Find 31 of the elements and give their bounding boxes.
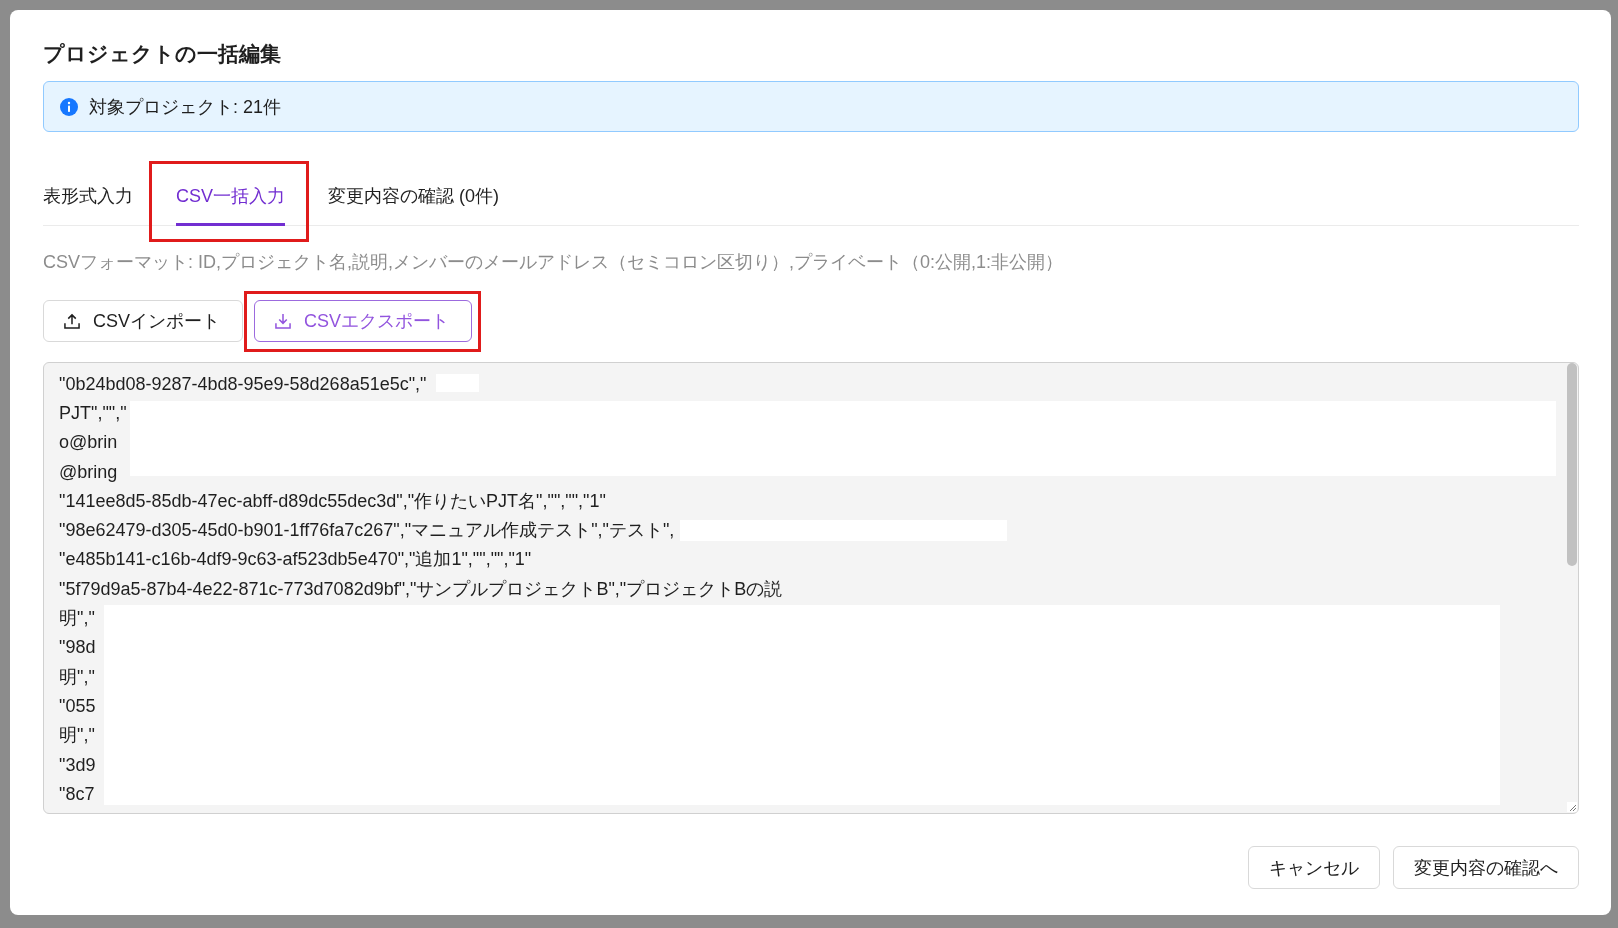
csv-text-line: "3d9 [59, 753, 96, 777]
tab[interactable]: 変更内容の確認 (0件) [328, 166, 499, 226]
csv-text-line: "98e62479-d305-45d0-b901-1ff76fa7c267","マニュアル作成テスト","テスト", [59, 519, 675, 543]
info-icon [60, 97, 78, 116]
tab[interactable]: 表形式入力 [43, 166, 133, 226]
confirm-button[interactable]: 変更内容の確認へ [1393, 846, 1579, 889]
csv-export-button[interactable]: CSVエクスポート [254, 300, 473, 342]
csv-text-line: @bring [59, 460, 118, 484]
csv-text-line: "141ee8d5-85db-47ec-abff-d89dc55dec3d","作りたいPJT名","","","1" [59, 489, 606, 513]
csv-text-line: PJT",""," [59, 402, 127, 425]
tab[interactable]: CSV一括入力 [176, 166, 285, 226]
csv-text-line: 明"," [59, 607, 95, 631]
csv-text-line: "5f79d9a5-87b4-4e22-871c-773d7082d9bf","サンプルプロジェクトB","プロジェクトBの説 [59, 577, 783, 601]
csv-import-button[interactable]: CSVインポート [43, 300, 243, 342]
csv-text-line: "8c7 [59, 782, 95, 806]
csv-text-area[interactable] [43, 362, 1579, 814]
resize-handle-icon[interactable] [1567, 802, 1577, 812]
csv-text-line: o@brin [59, 431, 118, 455]
csv-text-line: "055 [59, 694, 96, 718]
csv-text-line: "0b24bd08-9287-4bd8-95e9-58d268a51e5c"," [59, 372, 427, 396]
upload-icon [64, 313, 80, 329]
scrollbar-thumb[interactable] [1567, 363, 1577, 566]
csv-text-line: "98d [59, 636, 96, 660]
cancel-button[interactable]: キャンセル [1248, 846, 1380, 889]
csv-format-hint: CSVフォーマット: ID,プロジェクト名,説明,メンバーのメールアドレス（セミコロン区切り）,プライベート（0:公開,1:非公開） [43, 251, 1064, 274]
csv-text-line: 明"," [59, 724, 95, 748]
download-icon [275, 313, 291, 329]
alert-text: 対象プロジェクト: 21件 [89, 95, 282, 119]
dialog-title: プロジェクトの一括編集 [43, 41, 281, 67]
csv-text-line: 明"," [59, 665, 95, 689]
csv-text-line: "e485b141-c16b-4df9-9c63-af523db5e470","追加1","","","1" [59, 548, 532, 572]
